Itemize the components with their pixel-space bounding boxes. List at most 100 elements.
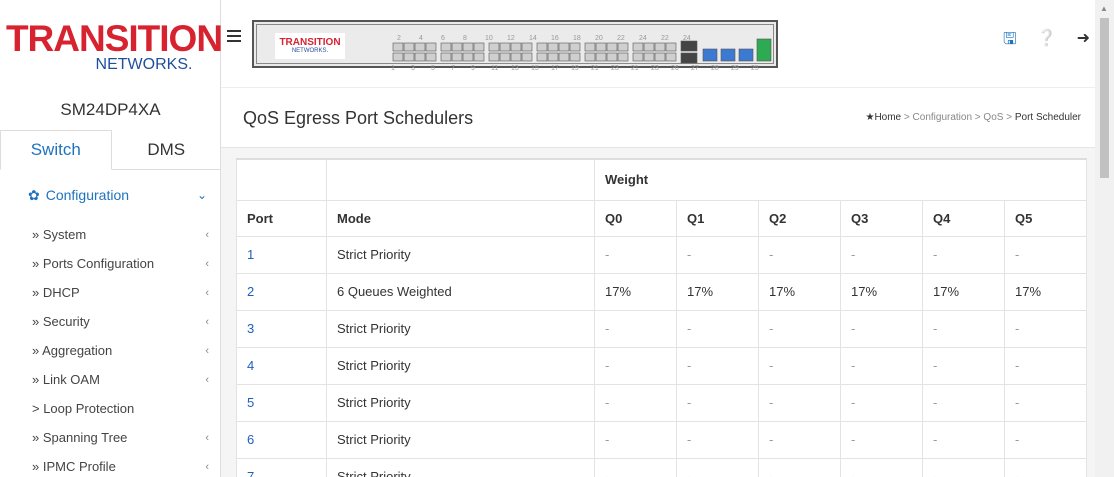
port-jack[interactable] xyxy=(451,52,463,62)
port-jack[interactable] xyxy=(425,42,437,52)
sidebar-item[interactable]: » Aggregation ‹ xyxy=(0,336,221,365)
port-jack[interactable] xyxy=(595,42,607,52)
port-jack[interactable] xyxy=(558,42,570,52)
sidebar-item[interactable]: > Loop Protection xyxy=(0,394,221,423)
port-jack[interactable] xyxy=(558,52,570,62)
port-jack[interactable] xyxy=(462,42,474,52)
port-jack[interactable] xyxy=(547,52,559,62)
port-link[interactable]: 2 xyxy=(247,284,254,299)
port-jack[interactable] xyxy=(473,42,485,52)
port-jack[interactable] xyxy=(632,42,644,52)
weight-cell-q2: - xyxy=(758,236,841,274)
scroll-up-icon[interactable]: ▲ xyxy=(1100,4,1108,13)
port-number-label: 5 xyxy=(431,65,435,71)
scheduler-table-wrap: Weight Port Mode Q0 Q1 Q2 Q3 Q4 Q5 1 Stri… xyxy=(236,158,1087,477)
weight-cell-q1: - xyxy=(676,347,759,385)
tab-dms[interactable]: DMS xyxy=(112,130,222,169)
port-jack[interactable] xyxy=(440,42,452,52)
hamburger-menu-icon[interactable] xyxy=(227,30,241,42)
port-jack[interactable] xyxy=(510,42,522,52)
weight-cell-q3: - xyxy=(840,384,923,422)
port-jack[interactable] xyxy=(392,52,404,62)
sidebar-item[interactable]: » DHCP ‹ xyxy=(0,278,221,307)
port-jack[interactable] xyxy=(510,52,522,62)
port-jack[interactable] xyxy=(738,48,754,62)
port-jack[interactable] xyxy=(680,40,698,52)
mode-cell: Strict Priority xyxy=(326,421,595,459)
port-jack[interactable] xyxy=(606,42,618,52)
port-jack[interactable] xyxy=(440,52,452,62)
port-jack[interactable] xyxy=(643,42,655,52)
port-jack[interactable] xyxy=(473,52,485,62)
breadcrumb-qos[interactable]: QoS xyxy=(983,112,1003,123)
help-icon[interactable]: ❔ xyxy=(1037,28,1057,55)
header-empty xyxy=(326,160,595,201)
port-jack[interactable] xyxy=(702,48,718,62)
port-jack[interactable] xyxy=(606,52,618,62)
port-jack[interactable] xyxy=(521,52,533,62)
port-link[interactable]: 1 xyxy=(247,247,254,262)
port-jack[interactable] xyxy=(569,42,581,52)
port-jack[interactable] xyxy=(756,38,772,62)
port-cell: 4 xyxy=(236,347,327,385)
port-jack[interactable] xyxy=(403,52,415,62)
port-jack[interactable] xyxy=(595,52,607,62)
sidebar-item[interactable]: » Ports Configuration ‹ xyxy=(0,249,221,278)
port-jack[interactable] xyxy=(462,52,474,62)
port-jack[interactable] xyxy=(499,52,511,62)
port-jack[interactable] xyxy=(654,42,666,52)
port-jack[interactable] xyxy=(654,52,666,62)
port-link[interactable]: 3 xyxy=(247,321,254,336)
sidebar-item[interactable]: » Spanning Tree ‹ xyxy=(0,423,221,452)
port-jack[interactable] xyxy=(425,52,437,62)
save-icon[interactable]: 🖫 xyxy=(1003,28,1017,55)
breadcrumb-configuration[interactable]: Configuration xyxy=(913,112,972,123)
page-scrollbar[interactable]: ▲ xyxy=(1095,0,1114,477)
port-jack[interactable] xyxy=(536,42,548,52)
port-jack[interactable] xyxy=(665,42,677,52)
port-jack[interactable] xyxy=(521,42,533,52)
weight-cell-q0: - xyxy=(594,236,677,274)
port-number-label: 13 xyxy=(511,65,519,71)
port-jack[interactable] xyxy=(584,52,596,62)
port-jack[interactable] xyxy=(720,48,736,62)
sidebar-item[interactable]: » Security ‹ xyxy=(0,307,221,336)
port-jack[interactable] xyxy=(536,52,548,62)
brand-logo[interactable]: TRANSITION NETWORKS. xyxy=(6,8,223,86)
scroll-thumb[interactable] xyxy=(1100,18,1109,178)
port-link[interactable]: 5 xyxy=(247,395,254,410)
sidebar-item[interactable]: » Link OAM ‹ xyxy=(0,365,221,394)
port-jack[interactable] xyxy=(680,52,698,64)
weight-cell-q5: - xyxy=(1004,347,1087,385)
port-jack[interactable] xyxy=(414,42,426,52)
port-jack[interactable] xyxy=(488,42,500,52)
breadcrumb-home[interactable]: Home xyxy=(874,112,901,123)
port-link[interactable]: 7 xyxy=(247,469,254,477)
port-jack[interactable] xyxy=(499,42,511,52)
sidebar-item[interactable]: » System ‹ xyxy=(0,220,221,249)
port-jack[interactable] xyxy=(488,52,500,62)
port-jack[interactable] xyxy=(665,52,677,62)
mode-cell: Strict Priority xyxy=(326,458,595,477)
port-jack[interactable] xyxy=(392,42,404,52)
sidebar-item[interactable]: » IPMC Profile ‹ xyxy=(0,452,221,477)
panel-logo: TRANSITION NETWORKS. xyxy=(275,33,345,59)
port-link[interactable]: 4 xyxy=(247,358,254,373)
port-jack[interactable] xyxy=(547,42,559,52)
weight-cell-q4: - xyxy=(922,458,1005,477)
logout-icon[interactable]: ➜ xyxy=(1077,28,1090,55)
port-link[interactable]: 6 xyxy=(247,432,254,447)
port-jack[interactable] xyxy=(569,52,581,62)
port-jack[interactable] xyxy=(414,52,426,62)
port-jack[interactable] xyxy=(451,42,463,52)
weight-cell-q5: - xyxy=(1004,458,1087,477)
port-jack[interactable] xyxy=(403,42,415,52)
menu-section-configuration[interactable]: ✿ Configuration ⌄ xyxy=(0,170,221,220)
tab-switch[interactable]: Switch xyxy=(0,130,112,170)
port-jack[interactable] xyxy=(584,42,596,52)
port-jack[interactable] xyxy=(632,52,644,62)
port-jack[interactable] xyxy=(617,52,629,62)
port-jack[interactable] xyxy=(617,42,629,52)
port-jack[interactable] xyxy=(643,52,655,62)
port-number-label: 11 xyxy=(491,65,498,71)
